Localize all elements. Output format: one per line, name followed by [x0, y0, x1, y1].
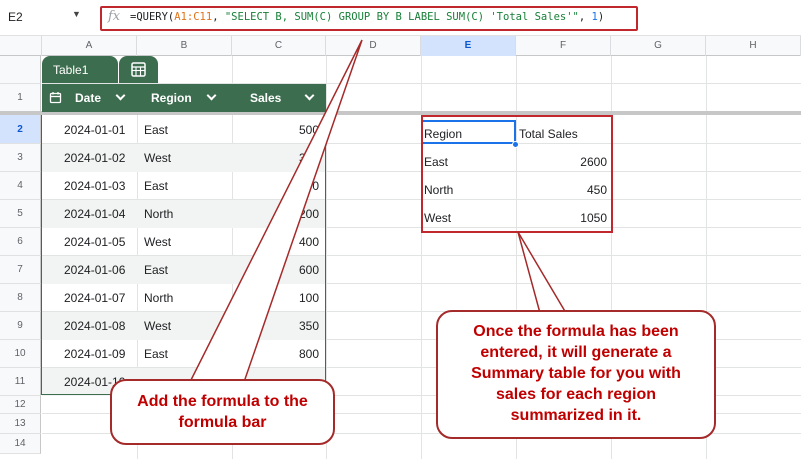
formula-callout: Add the formula to the formula bar — [110, 379, 335, 445]
formula-callout-pointer — [190, 40, 362, 382]
summary-callout: Once the formula has been entered, it wi… — [436, 310, 716, 439]
spreadsheet-app: E2 ▼ fx =QUERY(A1:C11, "SELECT B, SUM(C)… — [0, 0, 801, 459]
summary-callout-pointer — [518, 232, 566, 313]
